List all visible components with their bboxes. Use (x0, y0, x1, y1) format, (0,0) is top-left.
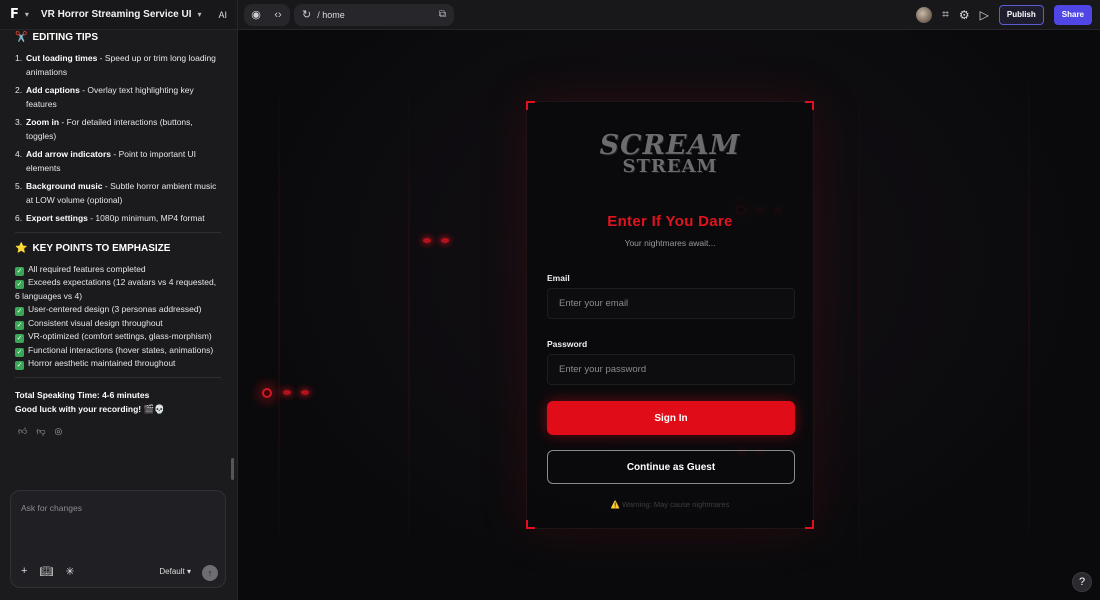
list-item: ✓ All required features completed (15, 263, 146, 276)
chevron-down-icon[interactable]: ▾ (25, 10, 29, 19)
background-streak (1028, 30, 1030, 600)
glowing-eyes (283, 390, 309, 395)
chat-sidebar: ✂️ EDITING TIPS 1. Cut loading times - Sp… (0, 30, 238, 600)
url-bar[interactable]: ↻ / home ⧉ (294, 3, 454, 26)
check-icon: ✓ (15, 361, 24, 370)
email-label: Email (547, 273, 570, 283)
send-button[interactable]: ↑ (202, 565, 218, 581)
gear-icon[interactable]: ⚙ (959, 8, 970, 22)
good-luck-message: Good luck with your recording! 🎬💀 (15, 403, 165, 414)
divider (15, 231, 221, 233)
chat-input[interactable]: Ask for changes (21, 503, 82, 513)
list-item: 1. Cut loading times - Speed up or trim l… (15, 53, 216, 77)
key-points-heading: ⭐ KEY POINTS TO EMPHASIZE (15, 243, 221, 254)
chevron-down-icon[interactable]: ▾ (198, 10, 202, 19)
view-toggle: ◉ ‹› (244, 3, 290, 26)
continue-as-guest-button[interactable]: Continue as Guest (547, 450, 795, 484)
check-icon: ✓ (15, 334, 24, 343)
share-button[interactable]: Share (1053, 4, 1092, 25)
password-field[interactable] (547, 354, 795, 385)
project-title[interactable]: VR Horror Streaming Service UI (41, 9, 192, 20)
list-item: ✓ Horror aesthetic maintained throughout (15, 358, 176, 370)
card-corner (526, 101, 535, 110)
warning-text: ⚠️ Warning: May cause nightmares (610, 500, 730, 509)
card-corner (805, 101, 814, 110)
list-item: 3. Zoom in - For detailed interactions (b… (15, 117, 193, 141)
ai-label[interactable]: AI (218, 10, 227, 20)
help-button[interactable]: ? (1072, 572, 1092, 592)
glowing-eyes (423, 238, 449, 243)
page-title: Enter If You Dare (607, 213, 733, 230)
check-icon: ✓ (15, 347, 24, 357)
editing-tips-heading: ✂️ EDITING TIPS (15, 32, 221, 43)
editing-tips-list: 1. Cut loading times - Speed up or trim l… (15, 52, 221, 226)
open-new-window-icon[interactable]: ⧉ (439, 9, 446, 20)
collaborators-icon[interactable]: ⌗ (942, 7, 949, 22)
sign-in-button[interactable]: Sign In (547, 401, 795, 435)
list-item: 2. Add captions - Overlay text highlighti… (15, 85, 194, 109)
plus-icon[interactable]: + (21, 565, 27, 578)
play-icon[interactable]: ▷ (980, 8, 989, 22)
app-preview: SCREAM STREAM Enter If You Dare Your nig… (238, 30, 1100, 600)
list-item: 5. Background music - Subtle horror ambie… (15, 181, 217, 205)
check-icon: ✓ (15, 307, 24, 316)
speaking-time: Total Speaking Time: 4-6 minutes (15, 389, 150, 400)
url-path[interactable]: / home (317, 10, 433, 20)
thumbs-up-icon[interactable]: 👍︎ (18, 426, 27, 437)
section-title: EDITING TIPS (32, 32, 99, 43)
top-toolbar: F ▾ VR Horror Streaming Service UI ▾ AI … (0, 0, 1100, 30)
chat-input-box[interactable]: Ask for changes + 📖︎ ✳ Default ▾ ↑ (10, 490, 226, 588)
card-corner (805, 520, 814, 529)
background-streak (408, 30, 410, 600)
list-item: 4. Add arrow indicators - Point to import… (15, 149, 197, 173)
thumbs-down-icon[interactable]: 👎︎ (36, 426, 45, 437)
code-icon[interactable]: ‹› (270, 9, 286, 21)
list-item: ✓ Exceeds expectations (12 avatars vs 4 r… (15, 277, 217, 301)
check-icon: ✓ (15, 320, 24, 330)
page-subtitle: Your nightmares await... (624, 238, 716, 248)
email-field[interactable] (547, 288, 795, 319)
sparkle-icon[interactable]: ✳ (65, 565, 74, 578)
login-card: SCREAM STREAM Enter If You Dare Your nig… (526, 101, 814, 529)
book-icon[interactable]: 📖︎ (39, 565, 53, 578)
check-icon: ✓ (15, 280, 24, 289)
brand-logo: SCREAM STREAM (599, 130, 741, 177)
eye-icon[interactable]: ◉ (248, 8, 264, 21)
card-corner (526, 520, 535, 529)
check-icon: ✓ (15, 266, 24, 276)
password-label: Password (547, 339, 588, 349)
glowing-orb (262, 388, 272, 398)
list-item: ✓ VR-optimized (comfort settings, glass-m… (15, 331, 212, 343)
list-item: ✓ User-centered design (3 personas addres… (15, 304, 202, 316)
key-points-list: ✓ All required features completed ✓ Exceed… (15, 263, 221, 371)
reload-icon[interactable]: ↻ (302, 8, 311, 21)
list-item: 6. Export settings - 1080p minimum, MP4 f… (15, 213, 205, 223)
publish-button[interactable]: Publish (998, 4, 1044, 25)
message-reactions: 👍︎ 👎︎ ◎ (15, 426, 221, 437)
scrollbar[interactable] (231, 458, 234, 480)
background-streak (278, 30, 280, 600)
project-header: F ▾ VR Horror Streaming Service UI ▾ AI (0, 0, 238, 30)
scissors-icon: ✂️ (15, 32, 28, 43)
list-item: ✓ Functional interactions (hover states, … (15, 344, 214, 357)
app-logo[interactable]: F (10, 7, 19, 22)
divider (15, 376, 221, 378)
section-title: KEY POINTS TO EMPHASIZE (32, 242, 171, 254)
list-item: ✓ Consistent visual design throughout (15, 317, 163, 330)
background-streak (858, 30, 860, 600)
copy-icon[interactable]: ◎ (55, 426, 63, 437)
avatar[interactable] (916, 6, 933, 23)
model-select[interactable]: Default ▾ (159, 567, 191, 576)
star-icon: ⭐ (15, 242, 28, 254)
